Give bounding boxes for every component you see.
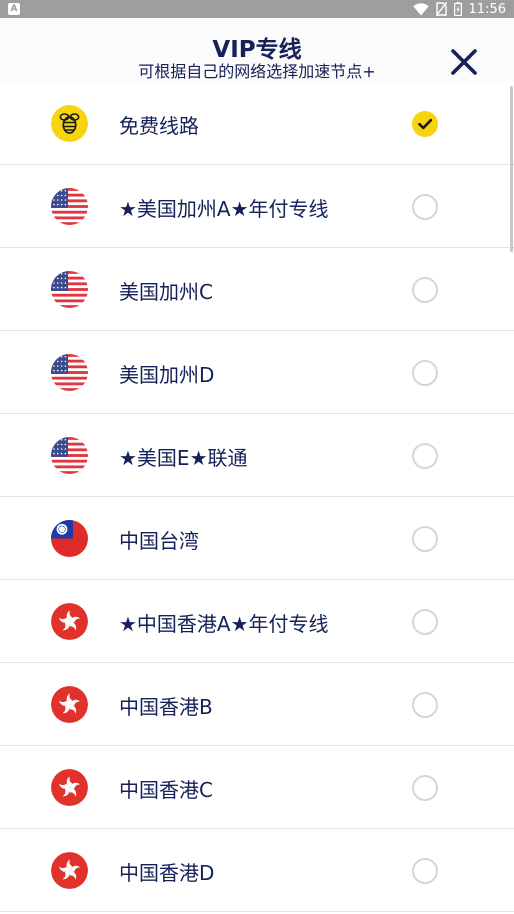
radio-checked[interactable] <box>412 111 438 137</box>
route-label: 中国台湾 <box>119 529 199 553</box>
page-subtitle: 可根据自己的网络选择加速节点+ <box>138 62 376 81</box>
taiwan-flag-icon <box>51 520 88 557</box>
route-label: 中国香港D <box>119 861 215 885</box>
route-item[interactable]: 中国香港B <box>0 663 514 746</box>
route-label: 中国香港B <box>119 695 213 719</box>
clock: 11:56 <box>468 1 506 17</box>
route-label: 美国加州D <box>119 363 215 387</box>
scrollbar[interactable] <box>510 86 513 252</box>
dialog-header: VIP专线 可根据自己的网络选择加速节点+ <box>0 18 514 82</box>
hk-flag-icon <box>51 852 88 889</box>
wifi-icon <box>412 2 429 15</box>
hk-flag-icon <box>51 686 88 723</box>
us-flag-icon <box>51 188 88 225</box>
route-item[interactable]: 中国香港D <box>0 829 514 912</box>
route-item[interactable]: ★美国加州A★年付专线 <box>0 165 514 248</box>
route-label: ★美国加州A★年付专线 <box>119 197 329 221</box>
route-item[interactable]: 中国香港C <box>0 746 514 829</box>
route-list: 免费线路 ★美国加州A★年付专线 美国加州C 美国加州D ★美国E★联通 中国台湾 ★中国香… <box>0 82 514 912</box>
route-label: 美国加州C <box>119 280 213 304</box>
us-flag-icon <box>51 437 88 474</box>
route-label: 免费线路 <box>119 114 199 138</box>
notification-app-icon: A <box>8 3 20 15</box>
radio-unchecked[interactable] <box>412 360 438 386</box>
radio-unchecked[interactable] <box>412 775 438 801</box>
radio-unchecked[interactable] <box>412 858 438 884</box>
us-flag-icon <box>51 271 88 308</box>
close-icon <box>451 49 477 75</box>
radio-unchecked[interactable] <box>412 692 438 718</box>
route-label: ★中国香港A★年付专线 <box>119 612 329 636</box>
checkmark-icon <box>418 118 433 130</box>
route-item[interactable]: ★中国香港A★年付专线 <box>0 580 514 663</box>
route-item[interactable]: 免费线路 <box>0 82 514 165</box>
battery-icon <box>453 2 462 16</box>
bee-icon <box>51 105 88 142</box>
route-item[interactable]: 中国台湾 <box>0 497 514 580</box>
route-item[interactable]: 美国加州C <box>0 248 514 331</box>
route-label: 中国香港C <box>119 778 213 802</box>
radio-unchecked[interactable] <box>412 609 438 635</box>
close-button[interactable] <box>448 46 480 78</box>
status-bar: A 11:56 <box>0 0 514 18</box>
radio-unchecked[interactable] <box>412 194 438 220</box>
us-flag-icon <box>51 354 88 391</box>
hk-flag-icon <box>51 769 88 806</box>
route-item[interactable]: 美国加州D <box>0 331 514 414</box>
radio-unchecked[interactable] <box>412 526 438 552</box>
route-item[interactable]: ★美国E★联通 <box>0 414 514 497</box>
route-label: ★美国E★联通 <box>119 446 248 470</box>
hk-flag-icon <box>51 603 88 640</box>
status-icons: 11:56 <box>412 0 506 18</box>
radio-unchecked[interactable] <box>412 277 438 303</box>
radio-unchecked[interactable] <box>412 443 438 469</box>
no-sim-icon <box>435 2 447 16</box>
